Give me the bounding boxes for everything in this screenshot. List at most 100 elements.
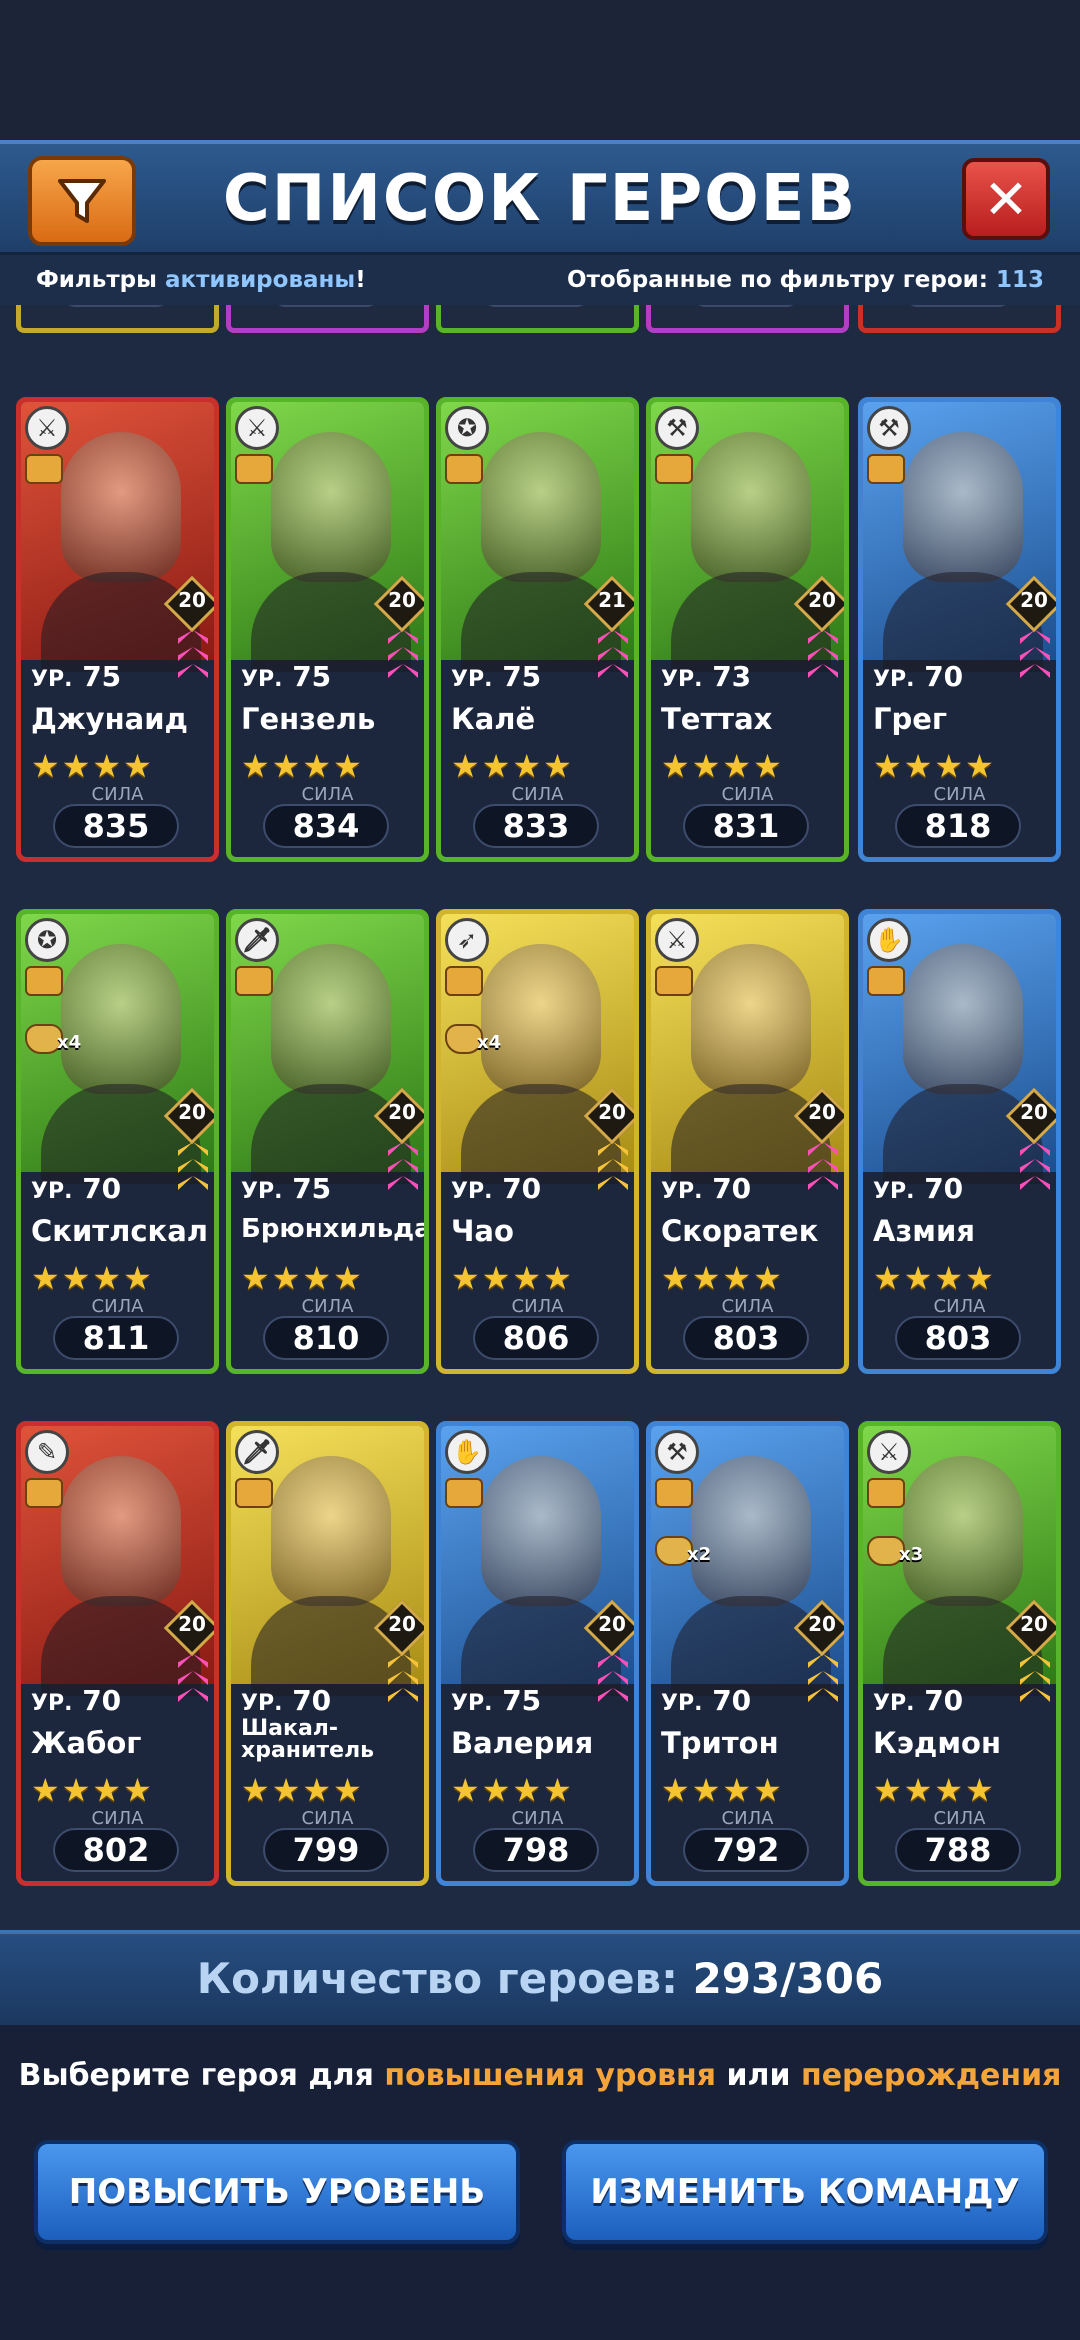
- hero-name: Скитлскал: [31, 1214, 209, 1248]
- hero-power: 799: [263, 1828, 389, 1872]
- hero-card[interactable]: ✋ 20 УР. 70 Азмия ★★★★ СИЛА 803: [858, 909, 1061, 1374]
- power-label: СИЛА: [91, 1808, 144, 1829]
- hero-power: 831: [683, 804, 809, 848]
- limit-break-value: 20: [598, 1612, 626, 1636]
- close-x-icon: ✕: [983, 167, 1029, 231]
- hero-card[interactable]: ✎ 20 УР. 70 Жабог ★★★★ СИЛА 802: [16, 1421, 219, 1886]
- ascension-chevrons-icon: [388, 1142, 418, 1202]
- hero-level: УР. 75: [451, 1684, 542, 1717]
- hero-level: УР. 70: [661, 1684, 752, 1717]
- hero-card[interactable]: ➶ x4 20 УР. 70 Чао ★★★★ СИЛА 806: [436, 909, 639, 1374]
- ascension-chevrons-icon: [598, 630, 628, 690]
- hero-card[interactable]: 🗡 20 УР. 70 Шакал-хранитель ★★★★ СИЛА 799: [226, 1421, 429, 1886]
- hero-card[interactable]: ⚒ 20 УР. 73 Теттах ★★★★ СИЛА 831: [646, 397, 849, 862]
- hero-card[interactable]: ⚔ 20 УР. 75 Джунаид ★★★★ СИЛА 835: [16, 397, 219, 862]
- hero-level: УР. 70: [661, 1172, 752, 1205]
- hero-emblem-icon: [25, 966, 63, 996]
- hero-emblem-icon: [25, 454, 63, 484]
- hero-count-value: 293/306: [692, 1954, 884, 2003]
- hero-class-icon: 🗡: [235, 1430, 279, 1474]
- limit-break-value: 20: [388, 1100, 416, 1124]
- limit-break-value: 20: [1020, 1100, 1048, 1124]
- power-label: СИЛА: [721, 1296, 774, 1317]
- power-label: СИЛА: [511, 1808, 564, 1829]
- partial-hero-card[interactable]: 840: [646, 305, 849, 333]
- hero-name: Шакал-хранитель: [241, 1716, 375, 1763]
- power-label: СИЛА: [933, 1296, 986, 1317]
- hero-name: Чао: [451, 1214, 514, 1248]
- hero-power: 792: [683, 1828, 809, 1872]
- close-button[interactable]: ✕: [962, 158, 1050, 240]
- hero-card[interactable]: ⚒ x2 20 УР. 70 Тритон ★★★★ СИЛА 792: [646, 1421, 849, 1886]
- hero-name: Джунаид: [31, 702, 188, 736]
- hero-power: 806: [473, 1316, 599, 1360]
- limit-break-value: 20: [808, 588, 836, 612]
- status-bar-area: [0, 0, 1080, 140]
- hero-card[interactable]: 🗡 20 УР. 75 Брюнхильда ★★★★ СИЛА 810: [226, 909, 429, 1374]
- hero-power: 802: [53, 1828, 179, 1872]
- hero-stars: ★★★★: [241, 1771, 364, 1809]
- hero-class-icon: ✪: [25, 918, 69, 962]
- hero-power: 833: [473, 804, 599, 848]
- hero-power: 810: [263, 1316, 389, 1360]
- hero-name: Жабог: [31, 1726, 142, 1760]
- power-label: СИЛА: [511, 1296, 564, 1317]
- hero-emblem-icon: [655, 966, 693, 996]
- change-team-button[interactable]: ИЗМЕНИТЬ КОМАНДУ: [562, 2140, 1048, 2244]
- power-label: СИЛА: [91, 1296, 144, 1317]
- hero-level: УР. 70: [451, 1172, 542, 1205]
- hero-name: Калё: [451, 702, 536, 736]
- hero-emblem-icon: [235, 454, 273, 484]
- limit-break-value: 20: [388, 1612, 416, 1636]
- hero-emblem-icon: [445, 454, 483, 484]
- hero-stars: ★★★★: [873, 1771, 996, 1809]
- hero-stars: ★★★★: [31, 1259, 154, 1297]
- hero-name: Скоратек: [661, 1214, 819, 1248]
- ascension-chevrons-icon: [598, 1654, 628, 1714]
- limit-break-value: 20: [598, 1100, 626, 1124]
- hero-emblem-icon: [445, 1478, 483, 1508]
- limit-break-value: 20: [178, 1612, 206, 1636]
- hero-stars: ★★★★: [661, 1771, 784, 1809]
- hero-name: Теттах: [661, 702, 773, 736]
- hero-class-icon: ⚒: [867, 406, 911, 450]
- power-label: СИЛА: [721, 1808, 774, 1829]
- page-title: СПИСОК ГЕРОЕВ: [222, 162, 858, 236]
- hero-class-icon: ✪: [445, 406, 489, 450]
- hero-card[interactable]: ⚒ 20 УР. 70 Грег ★★★★ СИЛА 818: [858, 397, 1061, 862]
- hero-stars: ★★★★: [661, 1259, 784, 1297]
- hero-power: 811: [53, 1316, 179, 1360]
- hero-level: УР. 75: [451, 660, 542, 693]
- hero-power: 803: [683, 1316, 809, 1360]
- limit-break-value: 21: [598, 588, 626, 612]
- hero-class-icon: ⚔: [867, 1430, 911, 1474]
- ascension-chevrons-icon: [808, 630, 838, 690]
- power-label: СИЛА: [301, 1296, 354, 1317]
- hero-level: УР. 75: [31, 660, 122, 693]
- hero-name: Азмия: [873, 1214, 975, 1248]
- hero-card[interactable]: ✪ 21 УР. 75 Калё ★★★★ СИЛА 833: [436, 397, 639, 862]
- hero-name: Гензель: [241, 702, 376, 736]
- hero-emblem-icon: [655, 454, 693, 484]
- limit-break-value: 20: [178, 588, 206, 612]
- hero-card[interactable]: ✪ x4 20 УР. 70 Скитлскал ★★★★ СИЛА 811: [16, 909, 219, 1374]
- ascension-chevrons-icon: [598, 1142, 628, 1202]
- hero-grid[interactable]: 846 841 841 840 840 ⚔ 20 УР. 75 Джунаид ★★★★…: [0, 305, 1080, 1930]
- hero-card[interactable]: ⚔ x3 20 УР. 70 Кэдмон ★★★★ СИЛА 788: [858, 1421, 1061, 1886]
- level-up-button[interactable]: ПОВЫСИТЬ УРОВЕНЬ: [34, 2140, 520, 2244]
- partial-hero-card[interactable]: 846: [16, 305, 219, 333]
- partial-hero-card[interactable]: 840: [858, 305, 1061, 333]
- partial-hero-card[interactable]: 841: [436, 305, 639, 333]
- ascension-chevrons-icon: [1020, 630, 1050, 690]
- hero-card[interactable]: ⚔ 20 УР. 75 Гензель ★★★★ СИЛА 834: [226, 397, 429, 862]
- partial-hero-card[interactable]: 841: [226, 305, 429, 333]
- ascension-chevrons-icon: [388, 630, 418, 690]
- limit-break-value: 20: [1020, 588, 1048, 612]
- partial-hero-power: 840: [691, 305, 801, 307]
- hero-card[interactable]: ⚔ 20 УР. 70 Скоратек ★★★★ СИЛА 803: [646, 909, 849, 1374]
- hero-card[interactable]: ✋ 20 УР. 75 Валерия ★★★★ СИЛА 798: [436, 1421, 639, 1886]
- limit-break-value: 20: [178, 1100, 206, 1124]
- hero-level: УР. 70: [873, 660, 964, 693]
- filter-info-bar: Фильтры активированы! Отобранные по филь…: [0, 255, 1080, 305]
- costume-count: x4: [57, 1032, 82, 1053]
